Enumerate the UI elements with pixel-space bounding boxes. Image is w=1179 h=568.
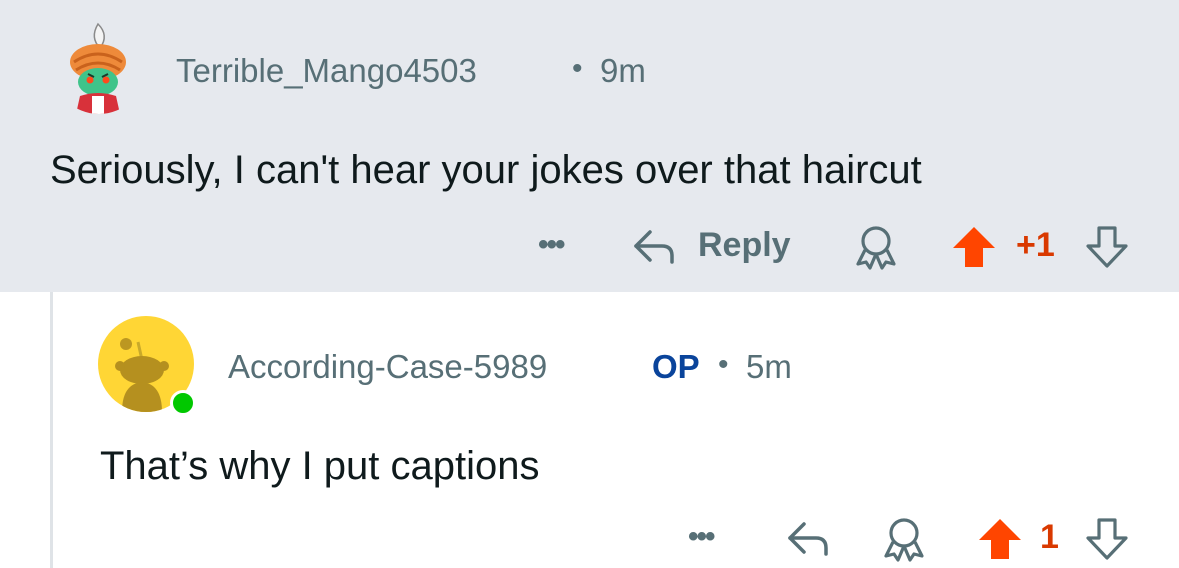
comment-body: Seriously, I can't hear your jokes over … bbox=[50, 148, 922, 192]
award-icon[interactable] bbox=[880, 516, 928, 562]
award-icon[interactable] bbox=[852, 224, 900, 270]
op-badge: OP bbox=[652, 348, 700, 385]
downvote-icon[interactable] bbox=[1084, 224, 1130, 270]
comment-body: That’s why I put captions bbox=[100, 444, 540, 488]
comment-username[interactable]: According-Case-5989 bbox=[228, 348, 547, 386]
meta-separator: • bbox=[572, 52, 583, 85]
more-options-icon[interactable]: ••• bbox=[538, 228, 565, 262]
comment-highlighted: Terrible_Mango4503 • 9m Seriously, I can… bbox=[0, 0, 1179, 292]
comment-timestamp: 9m bbox=[600, 52, 646, 89]
online-status-indicator bbox=[170, 390, 196, 416]
reply-icon[interactable] bbox=[632, 226, 676, 266]
reply-icon[interactable] bbox=[786, 518, 830, 558]
comment-timestamp: 5m bbox=[746, 348, 792, 385]
upvote-active-icon[interactable] bbox=[976, 516, 1024, 562]
upvote-active-icon[interactable] bbox=[950, 224, 998, 270]
vote-score: +1 bbox=[1016, 226, 1055, 264]
snoo-avatar-turban-icon[interactable] bbox=[52, 20, 146, 114]
more-options-icon[interactable]: ••• bbox=[688, 520, 715, 554]
reply-button[interactable]: Reply bbox=[698, 226, 791, 265]
downvote-icon[interactable] bbox=[1084, 516, 1130, 562]
vote-score: 1 bbox=[1040, 518, 1059, 556]
thread-line[interactable] bbox=[50, 292, 53, 568]
comment-username[interactable]: Terrible_Mango4503 bbox=[176, 52, 477, 90]
meta-separator: • bbox=[718, 348, 729, 381]
